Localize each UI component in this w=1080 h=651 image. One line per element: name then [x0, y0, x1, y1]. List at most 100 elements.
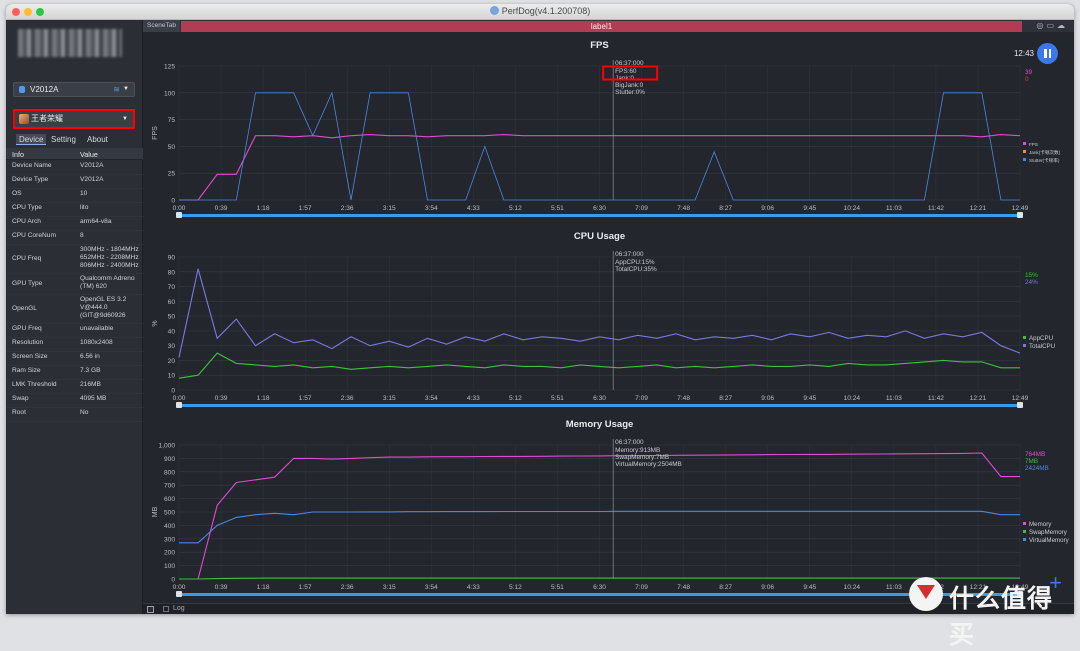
table-row: GPU Freq unavailable — [6, 324, 143, 338]
device-select-value: V2012A — [30, 85, 59, 94]
row-key: OpenGL — [12, 304, 37, 312]
x-tick-label: 5:51 — [551, 205, 564, 212]
pause-icon — [1044, 49, 1047, 58]
x-tick-label: 1:57 — [299, 584, 312, 591]
y-tick-label: 400 — [164, 523, 175, 530]
y-axis-label: FPS — [152, 126, 159, 140]
pause-button[interactable] — [1037, 43, 1058, 64]
x-tick-label: 8:27 — [719, 205, 732, 212]
y-tick-label: 60 — [168, 299, 176, 306]
chart-title: Memory Usage — [566, 419, 634, 430]
tab-about[interactable]: About — [87, 134, 108, 145]
row-key: GPU Freq — [12, 325, 42, 332]
cursor-readout: SwapMemory:7MB — [615, 454, 669, 461]
x-tick-label: 4:33 — [467, 584, 480, 591]
table-row: Swap 4095 MB — [6, 394, 143, 408]
row-value: OpenGL ES 3.2 V@444.0 (GIT@9d60926 — [80, 296, 127, 319]
device-select[interactable]: V2012A ≋ ▼ — [13, 82, 135, 97]
scene-tab-bar: SceneTab label1 ◎▭☁ — [143, 20, 1074, 32]
cloud-icon[interactable]: ☁ — [1057, 21, 1068, 30]
sidebar: V2012A ≋ ▼ 王者荣耀 ▼ Device Setting About I… — [6, 20, 143, 614]
location-icon[interactable]: ◎ — [1036, 21, 1046, 30]
y-tick-label: 900 — [164, 456, 175, 463]
charts-area: FPSFPS02550751001250:00 0:39 1:18 1:57 2:36 3… — [152, 40, 1070, 597]
x-tick-label: 9:06 — [761, 205, 774, 212]
table-row: CPU CoreNum 8 — [6, 231, 143, 245]
x-tick-label: 7:09 — [635, 205, 648, 212]
x-tick-label: 11:03 — [886, 584, 902, 591]
x-tick-label: 6:30 — [593, 584, 606, 591]
tab-device[interactable]: Device — [16, 134, 47, 145]
x-tick-label: 4:33 — [467, 395, 480, 402]
y-tick-label: 25 — [168, 171, 176, 178]
row-value: Qualcomm Adreno (TM) 620 — [80, 275, 135, 290]
row-key: Swap — [12, 395, 29, 402]
scene-tab[interactable]: SceneTab — [143, 20, 180, 32]
y-axis-label: % — [152, 320, 159, 326]
x-tick-label: 5:12 — [509, 395, 522, 402]
row-value: V2012A — [80, 176, 104, 183]
x-tick-label: 5:51 — [551, 395, 564, 402]
log-label: Log — [173, 605, 185, 612]
row-value: 4095 MB — [80, 395, 107, 402]
current-value: 764MB — [1025, 451, 1045, 458]
x-tick-label: 6:30 — [593, 395, 606, 402]
log-checkbox[interactable] — [163, 606, 169, 612]
app-select[interactable]: 王者荣耀 ▼ — [13, 109, 135, 129]
time-range-slider — [179, 404, 1020, 407]
row-key: Device Type — [12, 176, 49, 183]
row-key: GPU Type — [12, 279, 43, 287]
x-tick-label: 2:36 — [341, 584, 354, 591]
log-toggle-button[interactable] — [147, 606, 154, 613]
y-tick-label: 10 — [168, 373, 176, 380]
row-key: Root — [12, 409, 26, 416]
game-app-icon — [19, 114, 29, 124]
table-row: CPU Type lito — [6, 203, 143, 217]
tab-setting[interactable]: Setting — [51, 134, 76, 145]
y-tick-label: 200 — [164, 550, 175, 557]
wifi-icon: ≋ — [113, 85, 120, 94]
label-tab[interactable]: label1 — [181, 21, 1022, 32]
x-tick-label: 11:03 — [886, 205, 902, 212]
current-value: 0 — [1025, 76, 1029, 83]
current-value: 15% — [1025, 272, 1038, 279]
chevron-down-icon: ▼ — [122, 116, 128, 122]
x-tick-label: 0:00 — [173, 205, 186, 212]
x-tick-label: 6:30 — [593, 205, 606, 212]
row-key: Ram Size — [12, 367, 41, 374]
table-row: OS 10 — [6, 189, 143, 203]
cursor-readout: Memory:913MB — [615, 447, 660, 454]
y-tick-label: 70 — [168, 284, 176, 291]
y-tick-label: 20 — [168, 358, 176, 365]
x-tick-label: 9:06 — [761, 395, 774, 402]
y-tick-label: 100 — [164, 90, 175, 97]
legend-swatch — [1023, 522, 1026, 525]
x-tick-label: 2:36 — [341, 205, 354, 212]
row-value: 6.56 in — [80, 353, 100, 360]
x-tick-label: 3:15 — [383, 395, 396, 402]
y-tick-label: 75 — [168, 117, 176, 124]
cursor-time: 06:37:000 — [615, 251, 644, 258]
table-row: LMK Threshold 216MB — [6, 380, 143, 394]
x-tick-label: 1:57 — [299, 395, 312, 402]
legend-swatch — [1023, 150, 1026, 153]
y-tick-label: 1,000 — [158, 443, 175, 450]
x-tick-label: 8:27 — [719, 584, 732, 591]
y-tick-label: 700 — [164, 483, 175, 490]
row-value: arm64-v8a — [80, 218, 112, 225]
watermark-logo-mark — [917, 585, 935, 599]
current-value: 7MB — [1025, 458, 1038, 465]
row-key: CPU Arch — [12, 218, 41, 225]
x-tick-label: 3:15 — [383, 584, 396, 591]
row-value: lito — [80, 204, 89, 211]
table-row: CPU Arch arm64-v8a — [6, 217, 143, 231]
x-tick-label: 9:45 — [803, 205, 816, 212]
x-tick-label: 12:49 — [1012, 395, 1029, 402]
cursor-readout: TotalCPU:35% — [615, 266, 657, 273]
folder-icon[interactable]: ▭ — [1046, 21, 1057, 30]
legend-entry: SwapMemory — [1029, 529, 1068, 536]
cursor-readout: AppCPU:15% — [615, 259, 655, 266]
y-tick-label: 0 — [171, 198, 175, 205]
legend-swatch — [1023, 142, 1026, 145]
y-axis-label: MB — [152, 506, 159, 517]
